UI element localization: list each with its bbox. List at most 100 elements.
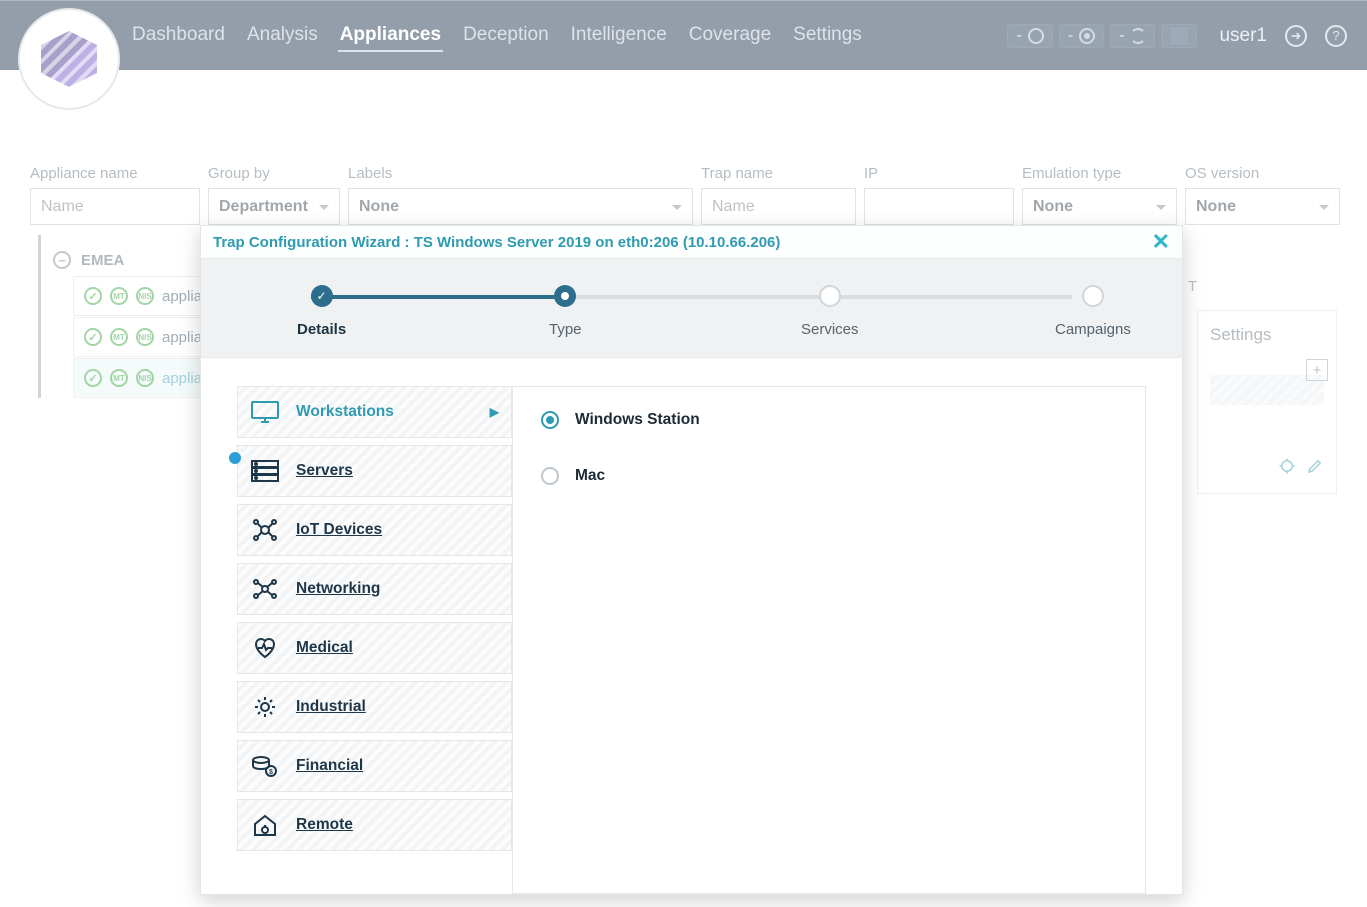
filter-ip-label: IP — [864, 165, 1014, 182]
filter-labels-label: Labels — [348, 165, 693, 182]
category-networking[interactable]: Networking — [237, 563, 512, 615]
filter-trapname-input[interactable] — [701, 188, 856, 225]
home-icon — [250, 813, 280, 837]
heart-icon — [250, 636, 280, 660]
check-badge-icon: ✓ — [84, 287, 102, 305]
status-pill-4[interactable] — [1161, 24, 1197, 48]
status-pill-3[interactable]: - — [1110, 24, 1155, 48]
category-list: Workstations ▶ Servers IoT Devices N — [237, 386, 512, 894]
nis-badge-icon: NIS — [136, 287, 154, 305]
filter-os-select[interactable]: None — [1185, 188, 1340, 225]
wizard-stepper: ✓ Details Type Services Campaigns — [201, 258, 1182, 358]
tree-group-name: EMEA — [81, 252, 124, 269]
modal-header: Trap Configuration Wizard : TS Windows S… — [201, 226, 1182, 258]
filter-ip-input[interactable] — [864, 188, 1014, 225]
nav-right-cluster: - - - user1 ➜ ? — [1007, 24, 1347, 48]
category-label: Servers — [296, 462, 353, 480]
status-pill-3-text: - — [1119, 27, 1124, 45]
category-iot[interactable]: IoT Devices — [237, 504, 512, 556]
category-medical[interactable]: Medical — [237, 622, 512, 674]
filter-labels-select[interactable]: None — [348, 188, 693, 225]
filter-appliance-name-input[interactable] — [30, 188, 200, 225]
category-indicator-icon — [229, 452, 241, 464]
coins-icon: $ — [250, 754, 280, 778]
username-label: user1 — [1219, 25, 1267, 47]
nav-analysis[interactable]: Analysis — [245, 20, 320, 52]
step-details[interactable]: ✓ Details — [297, 285, 346, 338]
nav-dashboard[interactable]: Dashboard — [130, 20, 227, 52]
status-pill-1-text: - — [1016, 27, 1021, 45]
logout-icon[interactable]: ➜ — [1285, 25, 1307, 47]
status-pill-2-text: - — [1068, 27, 1073, 45]
category-remote[interactable]: Remote — [237, 799, 512, 851]
nav-settings[interactable]: Settings — [791, 20, 864, 52]
option-windows-station[interactable]: Windows Station — [541, 411, 1117, 429]
column-letter: T — [1188, 278, 1197, 295]
category-label: Medical — [296, 639, 353, 657]
target-icon[interactable] — [1278, 457, 1296, 475]
mt-badge-icon: MT — [110, 287, 128, 305]
step-label: Campaigns — [1055, 321, 1131, 338]
category-label: Workstations — [296, 403, 394, 421]
filter-emulation-value: None — [1033, 198, 1073, 216]
filter-groupby-value: Department — [219, 198, 308, 216]
nav-links: Dashboard Analysis Appliances Deception … — [130, 20, 864, 52]
edit-icon[interactable] — [1306, 457, 1324, 475]
mt-badge-icon: MT — [110, 328, 128, 346]
category-label: Remote — [296, 816, 353, 834]
filter-groupby-select[interactable]: Department — [208, 188, 340, 225]
help-icon[interactable]: ? — [1325, 25, 1347, 47]
status-pills: - - - — [1007, 24, 1197, 48]
nav-appliances[interactable]: Appliances — [338, 20, 443, 52]
step-type[interactable]: Type — [549, 285, 582, 338]
filter-os-label: OS version — [1185, 165, 1340, 182]
category-label: Networking — [296, 580, 380, 598]
category-industrial[interactable]: Industrial — [237, 681, 512, 733]
add-button[interactable]: + — [1306, 359, 1328, 381]
option-label: Mac — [575, 467, 605, 485]
radio-icon — [541, 467, 559, 485]
step-label: Type — [549, 321, 582, 338]
nav-intelligence[interactable]: Intelligence — [569, 20, 669, 52]
step-campaigns[interactable]: Campaigns — [1055, 285, 1131, 338]
filter-emulation-select[interactable]: None — [1022, 188, 1177, 225]
filter-trapname-label: Trap name — [701, 165, 856, 182]
step-current-icon — [554, 285, 576, 307]
check-badge-icon: ✓ — [84, 369, 102, 387]
circle-dot-icon — [1079, 28, 1095, 44]
category-label: Industrial — [296, 698, 366, 716]
logo-mark-icon — [41, 31, 97, 87]
iot-icon — [250, 518, 280, 542]
category-financial[interactable]: $ Financial — [237, 740, 512, 792]
square-icon — [1170, 27, 1188, 45]
filter-groupby-label: Group by — [208, 165, 340, 182]
top-nav-bar: Dashboard Analysis Appliances Deception … — [0, 0, 1367, 70]
collapse-icon[interactable]: − — [53, 251, 71, 269]
category-label: Financial — [296, 757, 363, 775]
play-icon: ▶ — [490, 405, 499, 419]
category-workstations[interactable]: Workstations ▶ — [237, 386, 512, 438]
step-services[interactable]: Services — [801, 285, 859, 338]
close-icon[interactable]: ✕ — [1152, 229, 1170, 255]
filter-labels-value: None — [359, 198, 399, 216]
settings-panel: Settings + — [1197, 310, 1337, 494]
user-area: user1 ➜ ? — [1219, 25, 1347, 47]
status-pill-2[interactable]: - — [1059, 24, 1104, 48]
filter-appliance-name-label: Appliance name — [30, 165, 200, 182]
trap-config-wizard-modal: Trap Configuration Wizard : TS Windows S… — [200, 225, 1183, 895]
filter-os-value: None — [1196, 198, 1236, 216]
status-pill-1[interactable]: - — [1007, 24, 1052, 48]
category-servers[interactable]: Servers — [237, 445, 512, 497]
nav-deception[interactable]: Deception — [461, 20, 551, 52]
step-pending-icon — [1082, 285, 1104, 307]
gear-icon — [250, 695, 280, 719]
option-mac[interactable]: Mac — [541, 467, 1117, 485]
option-label: Windows Station — [575, 411, 700, 429]
nav-coverage[interactable]: Coverage — [687, 20, 773, 52]
svg-text:$: $ — [269, 769, 273, 776]
settings-panel-title: Settings — [1210, 325, 1324, 345]
filter-emulation-label: Emulation type — [1022, 165, 1177, 182]
radio-icon — [541, 411, 559, 429]
app-logo — [18, 8, 120, 110]
monitor-icon — [250, 400, 280, 424]
